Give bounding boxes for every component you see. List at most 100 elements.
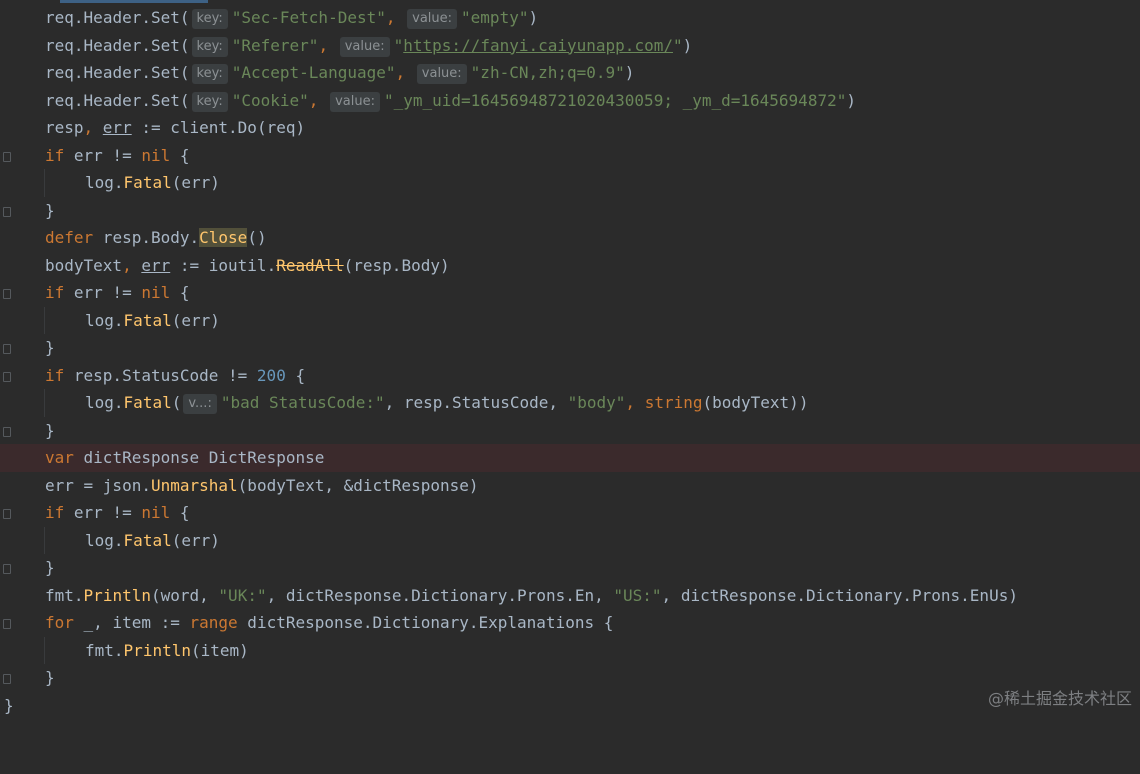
punct: )	[528, 8, 539, 27]
expression: resp.Body.	[93, 228, 200, 247]
function-name: Println	[123, 640, 191, 660]
fold-gutter[interactable]	[0, 197, 20, 225]
code-line-9[interactable]: defer resp.Body.Close()	[0, 224, 1140, 252]
fold-marker-icon[interactable]	[3, 371, 11, 382]
watermark: @稀土掘金技术社区	[987, 689, 1132, 708]
string-literal: "Accept-Language"	[231, 63, 396, 82]
fold-gutter[interactable]	[0, 664, 20, 692]
fold-gutter[interactable]	[0, 554, 20, 582]
punct: ,	[83, 118, 103, 137]
fold-marker-icon[interactable]	[3, 674, 11, 684]
punct: .	[141, 475, 151, 495]
identifier: log	[85, 310, 114, 330]
code-line-3[interactable]: req.Header.Set(key: "Accept-Language", va…	[0, 59, 1140, 87]
fold-gutter[interactable]	[0, 334, 20, 362]
punct: (	[179, 90, 190, 110]
code-editor[interactable]: req.Header.Set(key: "Sec-Fetch-Dest", val…	[0, 4, 1140, 719]
code-line-16[interactable]: }	[0, 417, 1140, 445]
string-literal: "Cookie"	[231, 90, 309, 110]
function-name: Fatal	[123, 393, 172, 412]
function-name: Unmarshal	[150, 475, 238, 495]
code-line-2[interactable]: req.Header.Set(key: "Referer", value: "htt…	[0, 32, 1140, 60]
keyword: nil	[141, 503, 171, 522]
identifier: req	[45, 63, 74, 82]
punct: ,	[318, 35, 329, 55]
function-name: Println	[83, 585, 151, 605]
code-line-7[interactable]: log.Fatal(err)	[0, 169, 1140, 197]
param-hint-value: value:	[339, 36, 390, 57]
code-line-5[interactable]: resp, err := client.Do(req)	[0, 114, 1140, 142]
string-literal: "US:"	[613, 585, 662, 605]
identifier-reassigned: err	[102, 118, 132, 137]
fold-marker-icon[interactable]	[3, 344, 11, 354]
code-line-12[interactable]: log.Fatal(err)	[0, 306, 1140, 334]
fold-marker-icon[interactable]	[3, 564, 11, 574]
code-line-14[interactable]: if resp.StatusCode != 200 {	[0, 362, 1140, 390]
code-line-26[interactable]: }	[0, 692, 1140, 720]
fold-marker-icon[interactable]	[3, 509, 11, 519]
string-literal: "Sec-Fetch-Dest"	[231, 8, 386, 27]
fold-marker-icon[interactable]	[3, 289, 11, 299]
url-link[interactable]: https://fanyi.caiyunapp.com/	[403, 36, 673, 55]
punct: .	[73, 90, 84, 110]
keyword: var	[45, 448, 74, 467]
code-line-22[interactable]: fmt.Println(word, "UK:", dictResponse.Di…	[0, 582, 1140, 610]
keyword: if	[45, 145, 65, 165]
code-line-24[interactable]: fmt.Println(item)	[0, 636, 1140, 664]
punct: )	[682, 35, 693, 55]
fold-marker-icon[interactable]	[3, 206, 11, 217]
method-name: Set	[150, 90, 180, 110]
code-line-20[interactable]: log.Fatal(err)	[0, 526, 1140, 554]
identifier-reassigned: err	[141, 255, 171, 275]
fold-marker-icon[interactable]	[3, 151, 11, 162]
param-hint-key: key:	[191, 36, 228, 57]
punct: ,	[395, 63, 406, 82]
punct: (	[179, 8, 190, 27]
code-line-17-highlighted[interactable]: var dictResponse DictResponse	[0, 444, 1140, 472]
identifier: Header	[83, 63, 142, 82]
fold-gutter[interactable]	[0, 417, 20, 445]
param-hint-variadic: v...:	[183, 394, 217, 414]
punct: .	[113, 173, 124, 192]
fold-gutter[interactable]	[0, 499, 20, 527]
fold-marker-icon[interactable]	[3, 619, 11, 629]
code-line-13[interactable]: }	[0, 334, 1140, 362]
function-name: Fatal	[123, 530, 172, 550]
expression: err !=	[64, 283, 142, 302]
fold-gutter[interactable]	[0, 362, 20, 390]
expression: resp.StatusCode !=	[64, 365, 257, 385]
fold-gutter[interactable]	[0, 142, 20, 170]
fold-marker-icon[interactable]	[3, 426, 11, 437]
identifier: log	[85, 393, 114, 412]
identifier: Header	[83, 8, 142, 27]
call-args: (req)	[256, 118, 306, 137]
identifier: resp	[45, 118, 84, 137]
punct: (	[171, 393, 182, 412]
method-name: Set	[150, 8, 180, 27]
code-line-21[interactable]: }	[0, 554, 1140, 582]
code-line-1[interactable]: req.Header.Set(key: "Sec-Fetch-Dest", val…	[0, 4, 1140, 32]
code-line-19[interactable]: if err != nil {	[0, 499, 1140, 527]
brace: }	[45, 420, 55, 440]
punct: .	[113, 530, 124, 550]
expression: (word,	[150, 585, 219, 605]
identifier: dictResponse	[73, 448, 209, 467]
code-line-23[interactable]: for _, item := range dictResponse.Dictio…	[0, 609, 1140, 637]
code-line-15[interactable]: log.Fatal(v...: "bad StatusCode:", resp.S…	[0, 389, 1140, 417]
punct: )	[846, 90, 856, 110]
code-line-11[interactable]: if err != nil {	[0, 279, 1140, 307]
fold-gutter[interactable]	[0, 609, 20, 637]
code-line-4[interactable]: req.Header.Set(key: "Cookie", value: "_ym_…	[0, 87, 1140, 115]
identifier: log	[85, 530, 114, 550]
call-args: (item)	[190, 640, 249, 660]
expression: , resp.StatusCode,	[384, 393, 568, 412]
code-line-18[interactable]: err = json.Unmarshal(bodyText, &dictResp…	[0, 472, 1140, 500]
fold-gutter[interactable]	[0, 279, 20, 307]
param-hint-value: value:	[407, 9, 458, 29]
code-line-25[interactable]: }	[0, 664, 1140, 692]
method-name: Do	[237, 118, 257, 137]
code-line-10[interactable]: bodyText, err := ioutil.ReadAll(resp.Bod…	[0, 252, 1140, 280]
identifier: fmt	[85, 640, 114, 660]
code-line-6[interactable]: if err != nil {	[0, 142, 1140, 170]
code-line-8[interactable]: }	[0, 197, 1140, 225]
